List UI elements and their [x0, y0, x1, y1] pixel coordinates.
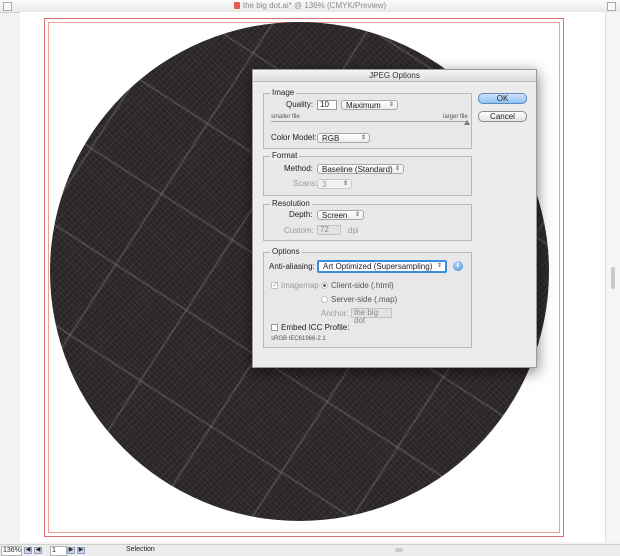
vertical-scrollbar[interactable]	[605, 12, 620, 542]
server-side-label: Server-side (.map)	[331, 295, 398, 304]
popup-arrows-icon: ⇕	[360, 135, 366, 141]
popup-arrows-icon: ⇕	[436, 263, 442, 269]
ok-button[interactable]: OK	[478, 93, 527, 104]
quality-label: Quality:	[286, 100, 314, 109]
quality-slider[interactable]	[271, 121, 467, 122]
window-title: the big dot.ai* @ 136% (CMYK/Preview)	[242, 1, 387, 10]
custom-resolution-input: 72	[317, 225, 341, 235]
anchor-input: the big dot	[351, 308, 392, 325]
popup-arrows-icon: ⇕	[388, 102, 394, 108]
cancel-button[interactable]: Cancel	[478, 111, 527, 122]
image-group: Image Quality: 10 Maximum ⇕ smaller file…	[263, 88, 472, 149]
imagemap-checkbox: ✓	[271, 282, 278, 289]
client-side-label: Client-side (.html)	[331, 281, 394, 290]
quality-preset-select[interactable]: Maximum ⇕	[341, 100, 398, 110]
next-artboard-button[interactable]: ▶	[67, 547, 75, 554]
imagemap-label: Imagemap	[281, 281, 319, 290]
quality-preset-value: Maximum	[346, 101, 381, 110]
smaller-file-label: smaller file	[271, 114, 300, 120]
window-title-area: the big dot.ai* @ 136% (CMYK/Preview)	[0, 1, 620, 10]
options-legend: Options	[270, 247, 302, 256]
method-label: Method:	[284, 164, 313, 173]
client-side-radio	[321, 282, 328, 289]
antialias-select[interactable]: Art Optimized (Supersampling) ⇕	[317, 260, 447, 273]
depth-value: Screen	[322, 211, 348, 220]
format-group: Format Method: Baseline (Standard) ⇕ Sca…	[263, 151, 472, 196]
popup-arrows-icon: ⇕	[394, 166, 400, 172]
dpi-unit: dpi	[348, 226, 359, 235]
scans-select: 3 ⇕	[317, 179, 352, 189]
antialias-label: Anti-aliasing:	[269, 262, 315, 271]
server-side-radio	[321, 296, 328, 303]
depth-select[interactable]: Screen ⇕	[317, 210, 364, 220]
previous-artboard-button[interactable]: ◀	[34, 547, 42, 554]
embed-icc-checkbox[interactable]	[271, 324, 278, 331]
scans-label: Scans:	[293, 179, 318, 188]
document-icon	[233, 2, 240, 9]
last-artboard-button[interactable]: ▶	[77, 547, 85, 554]
info-icon[interactable]: i	[453, 261, 463, 271]
custom-label: Custom:	[284, 226, 314, 235]
vertical-scroll-thumb[interactable]	[611, 267, 615, 289]
icc-profile-name: sRGB IEC61966-2.1	[271, 336, 326, 342]
resolution-group: Resolution Depth: Screen ⇕ Custom: 72 dp…	[263, 199, 472, 241]
anchor-label: Anchor:	[321, 309, 349, 318]
check-icon: ✓	[272, 282, 278, 289]
fullscreen-button[interactable]	[607, 2, 616, 11]
resolution-legend: Resolution	[270, 199, 312, 208]
first-artboard-button[interactable]: ◀	[24, 547, 32, 554]
popup-arrows-icon: ⇕	[342, 181, 348, 187]
close-window-button[interactable]	[3, 2, 12, 11]
popup-arrows-icon: ⇕	[354, 212, 360, 218]
dialog-title: JPEG Options	[253, 70, 536, 82]
color-model-select[interactable]: RGB ⇕	[317, 133, 370, 143]
color-model-value: RGB	[322, 134, 340, 143]
embed-icc-label: Embed ICC Profile:	[281, 323, 350, 332]
quality-slider-knob[interactable]	[464, 120, 470, 125]
depth-label: Depth:	[289, 210, 313, 219]
image-legend: Image	[270, 88, 297, 97]
jpeg-options-dialog: JPEG Options Image Quality: 10 Maximum ⇕…	[252, 69, 537, 368]
antialias-value: Art Optimized (Supersampling)	[323, 262, 433, 271]
status-bar: 136% ◀ ◀ 1 ▶ ▶ Selection	[0, 544, 620, 556]
format-legend: Format	[270, 151, 300, 160]
horizontal-scroll-thumb[interactable]	[395, 548, 403, 552]
status-mode[interactable]: Selection	[126, 546, 155, 553]
quality-input[interactable]: 10	[317, 100, 337, 110]
scans-value: 3	[322, 180, 327, 189]
options-group: Options Anti-aliasing: Art Optimized (Su…	[263, 247, 472, 348]
method-select[interactable]: Baseline (Standard) ⇕	[317, 164, 404, 174]
method-value: Baseline (Standard)	[322, 165, 393, 174]
color-model-label: Color Model:	[271, 133, 317, 142]
